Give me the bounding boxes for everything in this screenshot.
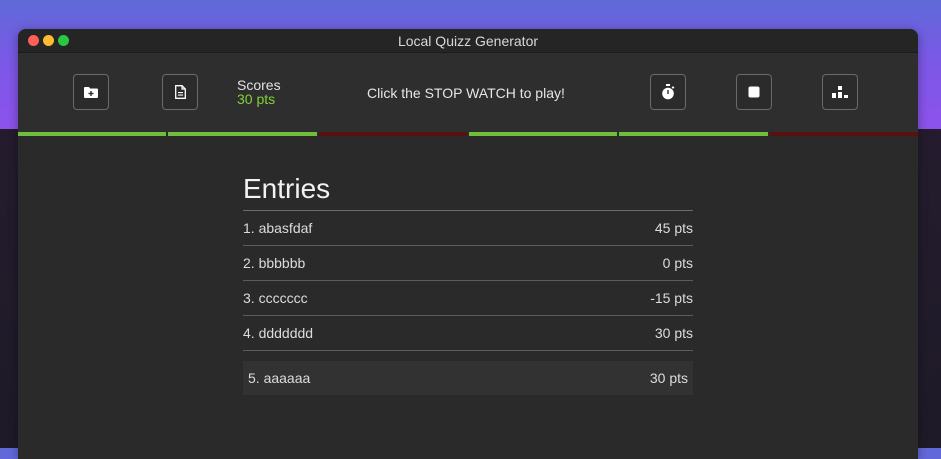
stop-button[interactable]	[736, 74, 772, 110]
entry-name: 1. abasfdaf	[243, 220, 313, 236]
entry-score: 30 pts	[654, 325, 693, 341]
scores-value: 30 pts	[237, 91, 276, 107]
entry-row: 3. ccccccc -15 pts	[243, 281, 693, 316]
document-icon	[174, 85, 186, 99]
progress-segment-correct	[18, 132, 167, 136]
entry-row: 4. ddddddd 30 pts	[243, 316, 693, 351]
app-window: Local Quizz Generator Scores 30 pts Clic…	[18, 29, 918, 459]
entry-score: 30 pts	[649, 370, 688, 386]
entry-name: 4. ddddddd	[243, 325, 314, 341]
play-hint: Click the STOP WATCH to play!	[367, 85, 565, 101]
progress-segment-wrong	[769, 132, 918, 136]
stopwatch-button[interactable]	[650, 74, 686, 110]
podium-icon	[832, 86, 848, 98]
entry-score: 0 pts	[662, 255, 693, 271]
entry-name: 2. bbbbbb	[243, 255, 306, 271]
entry-score: 45 pts	[654, 220, 693, 236]
scores-label: Scores	[237, 77, 281, 93]
progress-segment-correct	[619, 132, 768, 136]
entry-name: 3. ccccccc	[243, 290, 308, 306]
entry-score: -15 pts	[650, 290, 693, 306]
entries-title: Entries	[243, 168, 693, 211]
folder-plus-icon	[84, 87, 98, 98]
progress-segment-correct	[168, 132, 317, 136]
entries-panel: Entries 1. abasfdaf 45 pts 2. bbbbbb 0 p…	[243, 168, 693, 395]
stopwatch-icon	[662, 84, 675, 100]
entry-name: 5. aaaaaa	[248, 370, 311, 386]
new-quiz-button[interactable]	[73, 74, 109, 110]
scores-display: Scores 30 pts	[237, 78, 281, 106]
entry-row: 1. abasfdaf 45 pts	[243, 211, 693, 246]
answer-progress-bar	[18, 132, 918, 136]
open-document-button[interactable]	[162, 74, 198, 110]
title-bar: Local Quizz Generator	[18, 29, 918, 53]
entry-row: 2. bbbbbb 0 pts	[243, 246, 693, 281]
window-title: Local Quizz Generator	[397, 33, 539, 49]
toolbar: Scores 30 pts Click the STOP WATCH to pl…	[18, 53, 918, 132]
leaderboard-button[interactable]	[822, 74, 858, 110]
entry-row-highlighted: 5. aaaaaa 30 pts	[243, 361, 693, 395]
progress-segment-wrong	[318, 132, 467, 136]
progress-segment-correct	[468, 132, 618, 136]
stop-icon	[748, 86, 760, 98]
